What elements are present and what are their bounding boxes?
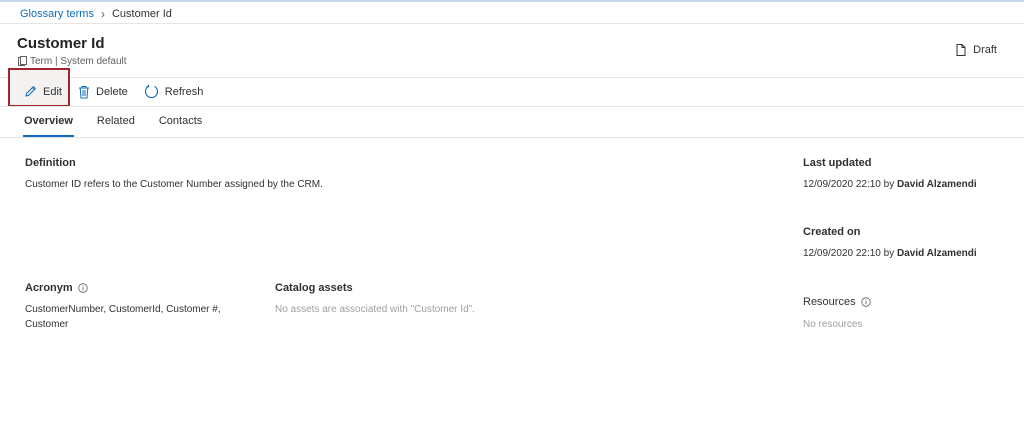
tab-contacts[interactable]: Contacts: [159, 115, 202, 137]
delete-label: Delete: [96, 85, 128, 98]
last-updated-label: Last updated: [803, 157, 872, 169]
definition-text: Customer ID refers to the Customer Numbe…: [25, 179, 323, 190]
subtitle-text: Term | System default: [30, 56, 127, 67]
catalog-assets-empty: No assets are associated with "Customer …: [275, 304, 475, 315]
top-accent-line: [0, 0, 1024, 2]
created-on-label: Created on: [803, 226, 861, 238]
acronym-values: CustomerNumber, CustomerId, Customer #, …: [25, 302, 221, 332]
created-on-date: 12/09/2020 22:10 by: [803, 248, 897, 259]
catalog-assets-label: Catalog assets: [275, 282, 353, 294]
last-updated-value: 12/09/2020 22:10 by David Alzamendi: [803, 177, 977, 192]
page-title: Customer Id: [17, 35, 105, 52]
toolbar-divider: [0, 106, 1024, 107]
acronym-values-line1: CustomerNumber, CustomerId, Customer #,: [25, 304, 221, 315]
acronym-label: Acronym: [25, 282, 73, 294]
created-on-user: David Alzamendi: [896, 248, 977, 259]
status-badge: Draft: [956, 44, 997, 56]
resources-empty: No resources: [803, 319, 863, 330]
tab-overview[interactable]: Overview: [23, 115, 74, 137]
resources-label-row: Resources: [803, 296, 871, 308]
created-on-value: 12/09/2020 22:10 by David Alzamendi: [803, 246, 977, 261]
delete-button[interactable]: Delete: [72, 78, 134, 105]
refresh-label: Refresh: [164, 85, 204, 98]
breadcrumb: Glossary terms › Customer Id: [20, 6, 172, 22]
refresh-icon: [144, 84, 159, 99]
info-icon[interactable]: [860, 297, 871, 307]
breadcrumb-divider: [0, 23, 1024, 24]
resources-label: Resources: [803, 296, 856, 308]
page-subtitle: Term | System default: [17, 56, 127, 67]
term-icon: [17, 56, 28, 67]
tab-related[interactable]: Related: [97, 115, 135, 137]
acronym-label-row: Acronym: [25, 282, 88, 294]
acronym-values-line2: Customer: [25, 319, 69, 330]
tabs-divider: [0, 137, 1024, 138]
last-updated-date: 12/09/2020 22:10 by: [803, 179, 897, 190]
edit-button[interactable]: Edit: [8, 68, 70, 107]
status-text: Draft: [973, 44, 997, 56]
last-updated-user: David Alzamendi: [896, 179, 977, 190]
breadcrumb-separator: ›: [100, 7, 105, 21]
definition-label: Definition: [25, 157, 76, 169]
pencil-icon: [24, 85, 37, 98]
refresh-button[interactable]: Refresh: [138, 78, 210, 105]
document-icon: [956, 44, 966, 56]
breadcrumb-glossary-terms-link[interactable]: Glossary terms: [20, 8, 94, 20]
tab-list: Overview Related Contacts: [20, 115, 226, 137]
breadcrumb-current: Customer Id: [111, 8, 172, 20]
command-bar: Edit Delete Refresh: [8, 68, 210, 107]
trash-icon: [78, 85, 90, 99]
info-icon[interactable]: [77, 283, 88, 293]
edit-label: Edit: [43, 85, 62, 98]
